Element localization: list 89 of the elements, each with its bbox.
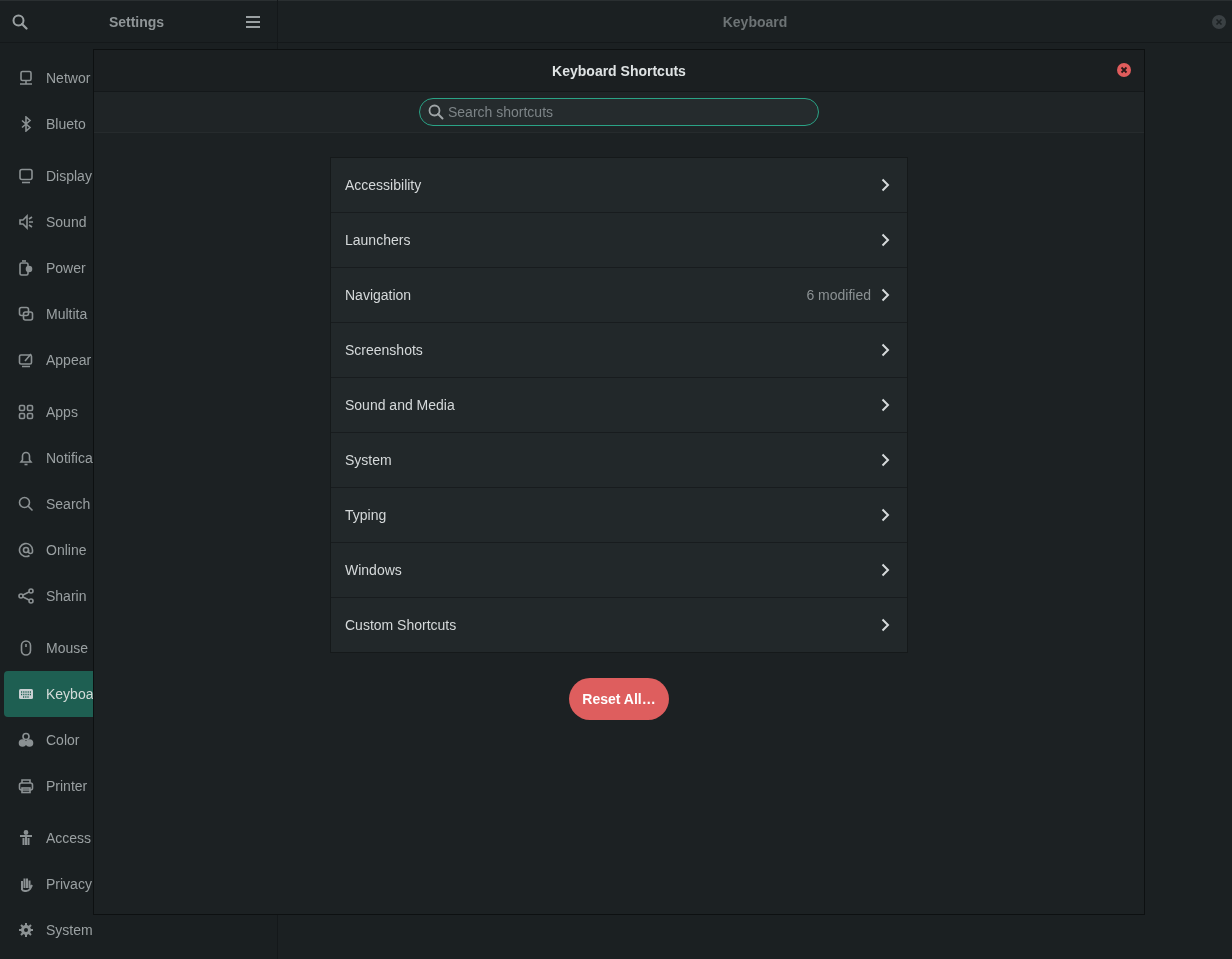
sidebar-item[interactable]: Mouse	[4, 625, 277, 671]
sidebar-item[interactable]: Power	[4, 245, 277, 291]
row-label: Navigation	[345, 287, 413, 303]
chevron-icon	[881, 398, 890, 412]
sidebar-label: Access	[46, 830, 92, 846]
sidebar-title: Settings	[108, 13, 165, 30]
sidebar-label: Sharin	[46, 588, 87, 604]
chevron-icon	[881, 343, 890, 357]
sidebar-label: Mouse	[46, 640, 89, 656]
power-icon	[18, 260, 34, 276]
chevron-icon	[881, 563, 890, 577]
sidebar-label: Networ	[46, 70, 91, 86]
row-label: Custom Shortcuts	[345, 617, 458, 633]
multitask-icon	[18, 306, 34, 322]
sidebar-label: Appear	[46, 352, 92, 368]
sidebar-label: Printer	[46, 778, 88, 794]
sidebar-item[interactable]: Online	[4, 527, 277, 573]
printer-icon	[18, 778, 34, 794]
close-icon[interactable]	[1117, 63, 1131, 77]
shortcut-row[interactable]: Windows	[331, 543, 907, 598]
sidebar-label: Color	[46, 732, 80, 748]
row-label: Launchers	[345, 232, 412, 248]
mouse-icon	[18, 640, 34, 656]
at-icon	[18, 542, 34, 558]
sidebar-item[interactable]: Appear	[4, 337, 277, 383]
shortcut-row[interactable]: Sound and Media	[331, 378, 907, 433]
sidebar-label: Online	[46, 542, 87, 558]
shortcut-row[interactable]: Launchers	[331, 213, 907, 268]
sidebar-item[interactable]: Color	[4, 717, 277, 763]
sidebar-item[interactable]: Blueto	[4, 101, 277, 147]
chevron-icon	[881, 508, 890, 522]
hand-icon	[18, 876, 34, 892]
shortcut-row[interactable]: Typing	[331, 488, 907, 543]
sidebar-item[interactable]: Privacy	[4, 861, 277, 907]
sidebar-label: Multita	[46, 306, 88, 322]
sidebar-item[interactable]: Apps	[4, 389, 277, 435]
person-icon	[18, 830, 34, 846]
search-field[interactable]: Search shortcuts	[419, 98, 819, 126]
bell-icon	[18, 450, 34, 466]
shortcut-row[interactable]: Navigation 6 modified	[331, 268, 907, 323]
appearance-icon	[18, 352, 34, 368]
reset-button[interactable]: Reset All…	[569, 678, 669, 720]
chevron-icon	[881, 233, 890, 247]
page-title: Keyboard	[722, 13, 788, 30]
sidebar-label: System	[46, 922, 93, 938]
sound-icon	[18, 214, 34, 230]
sidebar-label: Sound	[46, 214, 87, 230]
network-icon	[18, 70, 34, 86]
sidebar-label: Privacy	[46, 876, 92, 892]
sidebar-item[interactable]: Multita	[4, 291, 277, 337]
sidebar-label: Search	[46, 496, 91, 512]
shortcut-row[interactable]: Accessibility	[331, 158, 907, 213]
sidebar-item[interactable]: Access	[4, 815, 277, 861]
sidebar-label: Apps	[46, 404, 78, 420]
color-icon	[18, 732, 34, 748]
sidebar-item[interactable]: Notifica	[4, 435, 277, 481]
sidebar-label: Display	[46, 168, 92, 184]
sidebar-item[interactable]: Networ	[4, 55, 277, 101]
row-label: Accessibility	[345, 177, 423, 193]
search-icon	[18, 496, 34, 512]
sidebar-item[interactable]: System	[4, 907, 277, 953]
row-label: Windows	[345, 562, 403, 578]
sidebar-item[interactable]: Display	[4, 153, 277, 199]
sidebar-label: Notifica	[46, 450, 93, 466]
chevron-icon	[881, 618, 890, 632]
chevron-icon	[881, 453, 890, 467]
display-icon	[18, 168, 34, 184]
sidebar-item[interactable]: Sharin	[4, 573, 277, 619]
share-icon	[18, 588, 34, 604]
shortcut-row[interactable]: Screenshots	[331, 323, 907, 378]
chevron-icon	[881, 288, 890, 302]
dialog-title: Keyboard Shortcuts	[552, 62, 686, 79]
row-label: Screenshots	[345, 342, 424, 358]
sidebar-label: Power	[46, 260, 86, 276]
row-label: System	[345, 452, 393, 468]
gear-icon	[18, 922, 34, 938]
sidebar-label: Blueto	[46, 116, 86, 132]
apps-icon	[18, 404, 34, 420]
chevron-icon	[881, 178, 890, 192]
sidebar-item[interactable]: Printer	[4, 763, 277, 809]
status-label: 6 modified	[806, 287, 871, 303]
shortcut-row[interactable]: Custom Shortcuts	[331, 598, 907, 652]
row-label: Typing	[345, 507, 388, 523]
sidebar-label: Keyboa	[46, 686, 94, 702]
sidebar-item[interactable]: Search	[4, 481, 277, 527]
sidebar-item[interactable]: Sound	[4, 199, 277, 245]
shortcut-row[interactable]: System	[331, 433, 907, 488]
keyboard-icon	[18, 686, 34, 702]
row-label: Sound and Media	[345, 397, 456, 413]
